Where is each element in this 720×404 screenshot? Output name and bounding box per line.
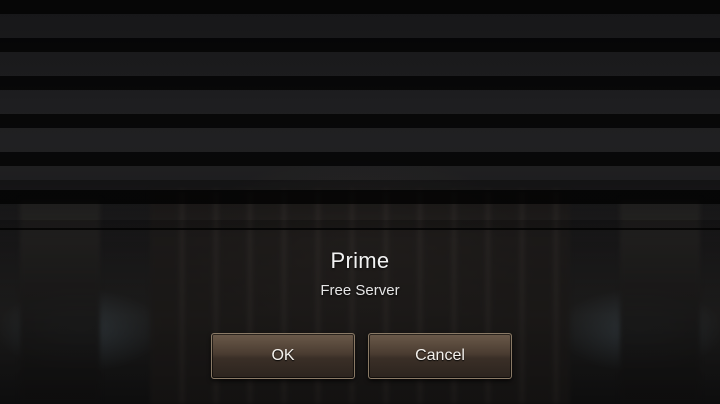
ok-button[interactable]: OK xyxy=(211,333,355,379)
dialog-title: Prime xyxy=(330,248,390,273)
dialog-subtitle: Free Server xyxy=(320,282,400,299)
cancel-button[interactable]: Cancel xyxy=(368,333,512,379)
game-screen: Prime Free Server OK Cancel xyxy=(0,0,720,404)
